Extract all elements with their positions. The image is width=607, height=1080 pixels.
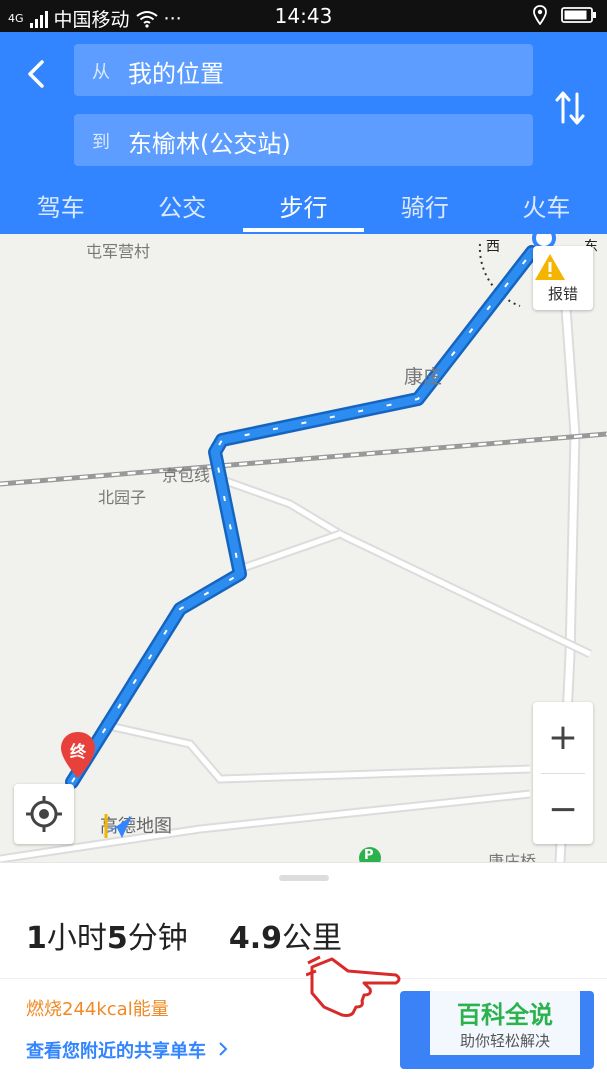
locate-button[interactable] (14, 784, 74, 844)
crosshair-icon (26, 796, 62, 832)
chevron-right-icon (219, 1042, 228, 1056)
duration-hours: 1 (26, 921, 47, 956)
tab-walk[interactable]: 步行 (242, 182, 365, 234)
status-bar: 4G 中国移动 ··· 14:43 (0, 0, 607, 32)
origin-prefix: 从 (92, 62, 110, 83)
duration-hours-unit: 小时 (46, 921, 107, 956)
clock: 14:43 (274, 4, 333, 28)
shared-bike-label: 查看您附近的共享单车 (26, 1041, 206, 1062)
duration-minutes: 5 (106, 921, 128, 956)
map-view[interactable]: 屯军营村 康庄 京包线 北园子 康庄桥 西 东 P 报错 终 + − (0, 234, 607, 862)
back-arrow-icon[interactable] (18, 54, 58, 94)
distance-value: 4.9 (228, 921, 282, 956)
zoom-control: + − (533, 702, 593, 844)
warning-icon (535, 254, 565, 280)
pointing-hand-icon (306, 955, 401, 1017)
watermark-title: 百科全说 (457, 1001, 553, 1029)
tab-drive[interactable]: 驾车 (0, 182, 121, 234)
watermark: 百科全说 助你轻松解决 (430, 991, 580, 1055)
drag-handle[interactable] (279, 875, 329, 881)
calorie-info: 燃烧244kcal能量 (26, 999, 169, 1020)
destination-prefix: 到 (92, 132, 110, 153)
end-marker-label: 终 (69, 742, 86, 761)
zoom-in-button[interactable]: + (533, 702, 593, 772)
tab-bus[interactable]: 公交 (121, 182, 242, 234)
amap-logo-icon (102, 814, 132, 838)
tab-train[interactable]: 火车 (486, 182, 607, 234)
zoom-out-button[interactable]: − (533, 774, 593, 844)
origin-value: 我的位置 (128, 60, 224, 88)
battery-icon (561, 7, 596, 23)
route-summary-panel: 1小时5分钟 4.9公里 燃烧244kcal能量 查看您附近的共享单车 百科全说… (0, 862, 607, 1080)
map-logo: 高德地图 (100, 812, 172, 838)
shared-bike-link[interactable]: 查看您附近的共享单车 (26, 1037, 230, 1063)
map-label-village: 屯军营村 (86, 242, 151, 261)
map-label-kangzhuang: 康庄 (404, 366, 443, 388)
route-summary: 1小时5分钟 4.9公里 (26, 913, 342, 957)
report-error-label: 报错 (547, 285, 578, 303)
transport-tabs: 驾车 公交 步行 骑行 火车 (0, 182, 607, 234)
map-label-beiyuanzi: 北园子 (98, 488, 147, 507)
parking-label: P (364, 848, 374, 862)
destination-value: 东榆林(公交站) (128, 130, 291, 158)
map-label-railway: 京包线 (162, 466, 211, 485)
destination-field[interactable]: 到 东榆林(公交站) (74, 114, 533, 166)
route-header: 从 我的位置 到 东榆林(公交站) 驾车 公交 步行 骑行 火车 (0, 32, 607, 234)
report-error-button[interactable]: 报错 (533, 246, 593, 310)
watermark-subtitle: 助你轻松解决 (459, 1032, 550, 1050)
swap-direction-icon[interactable] (553, 88, 587, 128)
map-label-bottom: 康庄桥 (488, 852, 537, 862)
duration-minutes-unit: 分钟 (127, 921, 188, 956)
origin-field[interactable]: 从 我的位置 (74, 44, 533, 96)
end-marker[interactable]: 终 (58, 730, 98, 780)
location-icon (533, 5, 547, 25)
compass-west: 西 (486, 239, 500, 255)
tab-ride[interactable]: 骑行 (364, 182, 485, 234)
